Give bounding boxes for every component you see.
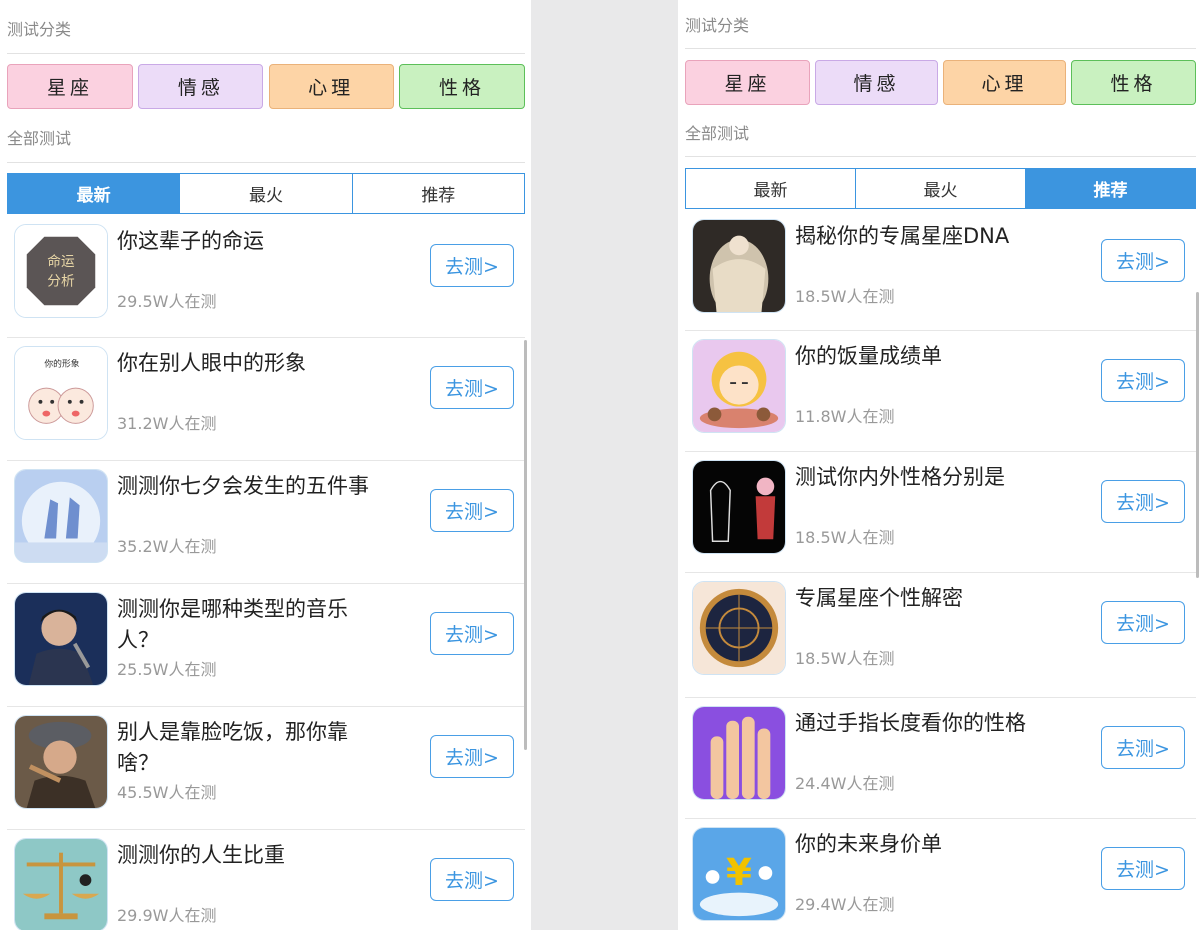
test-title: 你的未来身价单 (795, 832, 942, 856)
test-title: 揭秘你的专属星座DNA (795, 224, 1010, 248)
go-test-button[interactable]: 去测> (430, 489, 514, 532)
test-title: 你的饭量成绩单 (795, 344, 942, 368)
tab-hottest[interactable]: 最火 (855, 169, 1025, 208)
test-list: 命运 分析 你这辈子的命运 29.5W人在测 去测> 你的形象 你在别人眼中的形… (7, 216, 525, 930)
tab-recommended[interactable]: 推荐 (1025, 169, 1195, 208)
angel-photo-thumbnail (692, 219, 786, 313)
money-figures-thumbnail: ¥ (692, 827, 786, 921)
go-test-button[interactable]: 去测> (1101, 601, 1185, 644)
test-title: 通过手指长度看你的性格 (795, 711, 1026, 735)
participant-count: 31.2W人在测 (117, 414, 217, 433)
participant-count: 29.5W人在测 (117, 292, 217, 311)
eating-girl-thumbnail (692, 339, 786, 433)
scrollbar[interactable] (1196, 292, 1199, 578)
fingers-thumbnail (692, 706, 786, 800)
dark-characters-thumbnail (692, 460, 786, 554)
test-title: 测测你是哪种类型的音乐人？ (117, 597, 348, 652)
go-test-button[interactable]: 去测> (430, 735, 514, 778)
participant-count: 29.9W人在测 (117, 906, 217, 925)
go-test-button[interactable]: 去测> (1101, 726, 1185, 769)
svg-text:分析: 分析 (47, 274, 75, 290)
divider (685, 48, 1196, 49)
singer-photo-thumbnail (14, 592, 108, 686)
svg-text:命运: 命运 (47, 253, 75, 270)
test-title: 测测你七夕会发生的五件事 (117, 474, 369, 498)
list-item[interactable]: 专属星座个性解密 18.5W人在测 去测> (685, 573, 1196, 698)
go-test-button[interactable]: 去测> (430, 612, 514, 655)
category-qinggan-button[interactable]: 情感 (138, 64, 264, 109)
list-item[interactable]: 测测你的人生比重 29.9W人在测 去测> (7, 830, 525, 930)
go-test-button[interactable]: 去测> (1101, 359, 1185, 402)
tab-newest[interactable]: 最新 (8, 174, 180, 213)
right-screen: 测试分类 星座 情感 心理 性格 全部测试 最新 最火 推荐 揭秘你的专属星座D… (678, 0, 1203, 930)
participant-count: 29.4W人在测 (795, 895, 895, 914)
divider (7, 162, 525, 163)
scrollbar[interactable] (524, 340, 527, 750)
participant-count: 18.5W人在测 (795, 528, 895, 547)
test-title: 你这辈子的命运 (117, 229, 264, 253)
participant-count: 24.4W人在测 (795, 774, 895, 793)
all-tests-label: 全部测试 (685, 124, 750, 143)
list-item[interactable]: 你的饭量成绩单 11.8W人在测 去测> (685, 331, 1196, 452)
test-title: 别人是靠脸吃饭，那你靠啥？ (117, 720, 348, 775)
category-section-label: 测试分类 (685, 16, 750, 35)
test-title: 你在别人眼中的形象 (117, 351, 306, 375)
category-section-label: 测试分类 (7, 20, 72, 39)
category-xinli-button[interactable]: 心理 (268, 64, 394, 109)
list-item[interactable]: 测测你七夕会发生的五件事 35.2W人在测 去测> (7, 461, 525, 584)
participant-count: 25.5W人在测 (117, 660, 217, 679)
participant-count: 45.5W人在测 (117, 783, 217, 802)
list-item[interactable]: 别人是靠脸吃饭，那你靠啥？ 45.5W人在测 去测> (7, 707, 525, 830)
actor-photo-thumbnail (14, 715, 108, 809)
list-item[interactable]: ¥ 你的未来身价单 29.4W人在测 去测> (685, 819, 1196, 930)
go-test-button[interactable]: 去测> (430, 244, 514, 287)
fate-octagon-thumbnail: 命运 分析 (14, 224, 108, 318)
list-item[interactable]: 通过手指长度看你的性格 24.4W人在测 去测> (685, 698, 1196, 819)
participant-count: 11.8W人在测 (795, 407, 895, 426)
qixi-moon-thumbnail (14, 469, 108, 563)
category-bar: 星座 情感 心理 性格 (7, 64, 525, 109)
divider (685, 156, 1196, 157)
category-xinli-button[interactable]: 心理 (943, 60, 1066, 105)
list-item[interactable]: 测试你内外性格分别是 18.5W人在测 去测> (685, 452, 1196, 573)
participant-count: 35.2W人在测 (117, 537, 217, 556)
test-title: 专属星座个性解密 (795, 586, 963, 610)
participant-count: 18.5W人在测 (795, 649, 895, 668)
category-xingge-button[interactable]: 性格 (1071, 60, 1196, 105)
go-test-button[interactable]: 去测> (430, 858, 514, 901)
zodiac-wheel-thumbnail (692, 581, 786, 675)
list-item[interactable]: 你的形象 你在别人眼中的形象 31.2W人在测 去测> (7, 338, 525, 461)
left-screen: 测试分类 星座 情感 心理 性格 全部测试 最新 最火 推荐 命运 分析 你这辈… (0, 0, 531, 930)
test-list: 揭秘你的专属星座DNA 18.5W人在测 去测> 你的饭量成绩单 11.8W人在… (685, 211, 1196, 930)
sort-tabs: 最新 最火 推荐 (7, 173, 525, 214)
sort-tabs: 最新 最火 推荐 (685, 168, 1196, 209)
list-item[interactable]: 测测你是哪种类型的音乐人？ 25.5W人在测 去测> (7, 584, 525, 707)
go-test-button[interactable]: 去测> (1101, 480, 1185, 523)
go-test-button[interactable]: 去测> (1101, 239, 1185, 282)
all-tests-label: 全部测试 (7, 129, 72, 148)
category-xingzuo-button[interactable]: 星座 (685, 60, 810, 105)
go-test-button[interactable]: 去测> (1101, 847, 1185, 890)
balance-scale-thumbnail (14, 838, 108, 930)
test-title: 测测你的人生比重 (117, 843, 285, 867)
list-item[interactable]: 命运 分析 你这辈子的命运 29.5W人在测 去测> (7, 216, 525, 338)
category-xingge-button[interactable]: 性格 (398, 64, 525, 109)
tab-hottest[interactable]: 最火 (179, 174, 352, 213)
svg-text:¥: ¥ (726, 850, 752, 894)
category-qinggan-button[interactable]: 情感 (815, 60, 938, 105)
list-item[interactable]: 揭秘你的专属星座DNA 18.5W人在测 去测> (685, 211, 1196, 331)
go-test-button[interactable]: 去测> (430, 366, 514, 409)
category-bar: 星座 情感 心理 性格 (685, 60, 1196, 105)
tab-newest[interactable]: 最新 (686, 169, 855, 208)
svg-text:你的形象: 你的形象 (44, 358, 79, 370)
divider (7, 53, 525, 54)
test-title: 测试你内外性格分别是 (795, 465, 1005, 489)
tab-recommended[interactable]: 推荐 (351, 174, 524, 213)
cartoon-faces-thumbnail: 你的形象 (14, 346, 108, 440)
participant-count: 18.5W人在测 (795, 287, 895, 306)
category-xingzuo-button[interactable]: 星座 (7, 64, 133, 109)
